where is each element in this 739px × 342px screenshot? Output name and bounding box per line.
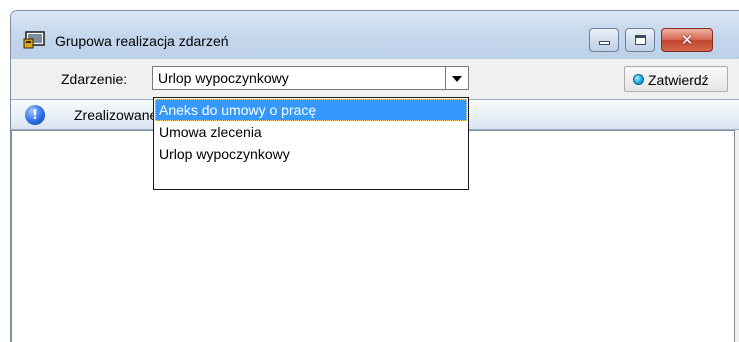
window-app-icon (23, 31, 45, 49)
column-header-completed[interactable]: Zrealizowane (74, 107, 154, 123)
close-button[interactable]: ✕ (661, 28, 713, 52)
event-dropdown-list[interactable]: Aneks do umowy o pracę Umowa zlecenia Ur… (153, 97, 469, 190)
event-combobox[interactable]: Urlop wypoczynkowy (152, 66, 469, 90)
info-icon: ! (25, 105, 45, 125)
confirm-button[interactable]: Zatwierdź (624, 66, 728, 92)
minimize-button[interactable] (589, 28, 619, 52)
window-title: Grupowa realizacja zdarzeń (55, 33, 229, 49)
dialog-window: Grupowa realizacja zdarzeń ✕ Zdarzenie: … (10, 10, 739, 342)
maximize-icon (635, 35, 646, 45)
dropdown-option[interactable]: Aneks do umowy o pracę (155, 99, 467, 121)
close-icon: ✕ (680, 31, 694, 49)
maximize-button[interactable] (625, 28, 655, 52)
event-combobox-value: Urlop wypoczynkowy (158, 70, 289, 86)
chevron-down-icon[interactable] (445, 67, 468, 89)
event-label: Zdarzenie: (61, 71, 128, 87)
dropdown-option[interactable]: Umowa zlecenia (155, 121, 467, 143)
title-bar[interactable]: Grupowa realizacja zdarzeń ✕ (11, 11, 739, 59)
blue-dot-icon (633, 74, 644, 85)
minimize-icon (599, 41, 610, 45)
dropdown-option[interactable]: Urlop wypoczynkowy (155, 143, 467, 165)
confirm-button-label: Zatwierdź (648, 72, 709, 88)
